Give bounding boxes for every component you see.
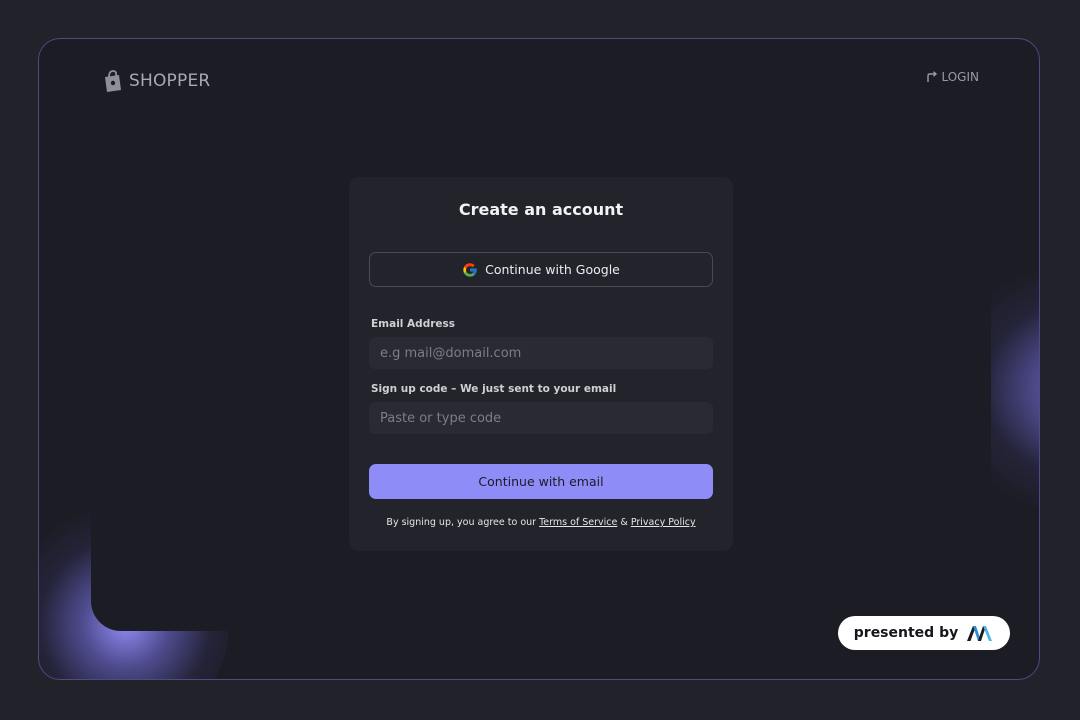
terms-prefix: By signing up, you agree to our	[386, 517, 540, 528]
terms-text: By signing up, you agree to our Terms of…	[349, 517, 733, 528]
presenter-logo-icon	[966, 624, 994, 642]
privacy-policy-link[interactable]: Privacy Policy	[631, 517, 696, 528]
login-label: LOGIN	[941, 70, 979, 84]
google-button-label: Continue with Google	[485, 262, 620, 277]
continue-with-email-button[interactable]: Continue with email	[369, 464, 713, 499]
email-label: Email Address	[371, 318, 456, 330]
brand-name: SHOPPER	[129, 71, 211, 91]
signup-card: Create an account Continue with Google E…	[349, 177, 733, 551]
terms-separator: &	[617, 517, 631, 528]
presented-by-text: presented by	[853, 625, 959, 641]
email-field[interactable]	[369, 337, 713, 369]
google-icon	[462, 262, 478, 278]
shopping-bag-icon	[101, 69, 123, 93]
signup-code-field[interactable]	[369, 402, 713, 434]
continue-with-google-button[interactable]: Continue with Google	[369, 252, 713, 287]
card-title: Create an account	[458, 200, 624, 219]
brand-logo[interactable]: SHOPPER	[101, 69, 210, 93]
login-link[interactable]: LOGIN	[925, 70, 979, 84]
presented-by-badge[interactable]: presented by	[838, 616, 1010, 650]
signup-code-label: Sign up code – We just sent to your emai…	[371, 383, 617, 395]
app-frame: SHOPPER LOGIN Create an account Continue…	[38, 38, 1040, 680]
login-arrow-icon	[925, 70, 938, 84]
terms-of-service-link[interactable]: Terms of Service	[539, 517, 617, 528]
